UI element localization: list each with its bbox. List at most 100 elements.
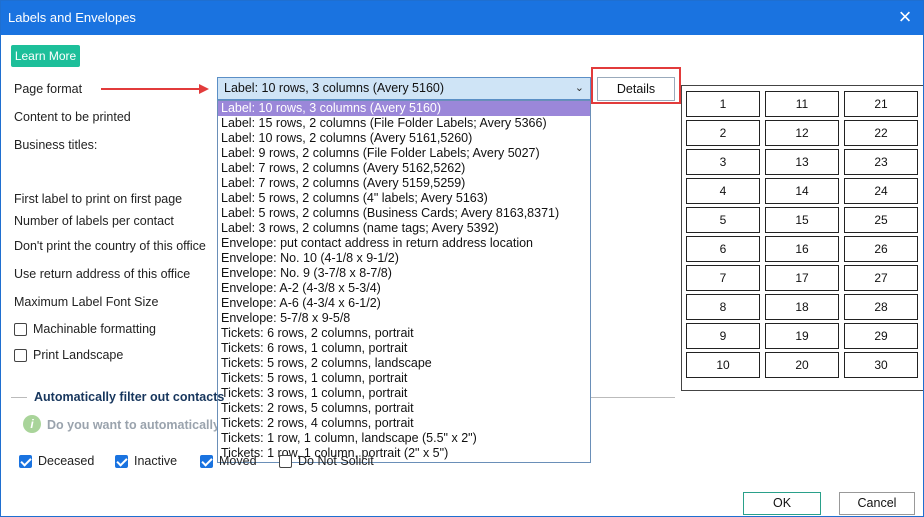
label-cell: 9	[686, 323, 760, 349]
info-icon: i	[23, 415, 41, 433]
label-cell: 23	[844, 149, 918, 175]
label-cell: 8	[686, 294, 760, 320]
dropdown-option[interactable]: Label: 7 rows, 2 columns (Avery 5162,526…	[218, 161, 590, 176]
filter-do-not-solicit-checkbox[interactable]: Do Not Solicit	[279, 454, 374, 468]
dropdown-option[interactable]: Label: 5 rows, 2 columns (4" labels; Ave…	[218, 191, 590, 206]
label-cell: 13	[765, 149, 839, 175]
landscape-label: Print Landscape	[33, 348, 124, 362]
dropdown-option[interactable]: Envelope: A-6 (4-3/4 x 6-1/2)	[218, 296, 590, 311]
landscape-checkbox[interactable]: Print Landscape	[14, 348, 123, 362]
label-cell: 26	[844, 236, 918, 262]
dropdown-option[interactable]: Tickets: 1 row, 1 column, portrait (2" x…	[218, 446, 590, 461]
machinable-label: Machinable formatting	[33, 322, 156, 336]
dropdown-option[interactable]: Label: 9 rows, 2 columns (File Folder La…	[218, 146, 590, 161]
annotation-arrow-icon	[199, 84, 209, 94]
filter-question: Do you want to automatically f	[47, 418, 217, 432]
labels-per-contact-label: Number of labels per contact	[14, 214, 174, 228]
filter-inactive-checkbox[interactable]: Inactive	[115, 454, 177, 468]
ok-button[interactable]: OK	[743, 492, 821, 515]
label-cell: 5	[686, 207, 760, 233]
label-cell: 19	[765, 323, 839, 349]
business-titles-label: Business titles:	[14, 138, 98, 152]
annotation-arrow-line	[101, 88, 201, 90]
max-font-label: Maximum Label Font Size	[14, 295, 159, 309]
label-cell: 10	[686, 352, 760, 378]
label-cell: 24	[844, 178, 918, 204]
label-cell: 29	[844, 323, 918, 349]
label-cell: 28	[844, 294, 918, 320]
label-cell: 3	[686, 149, 760, 175]
checkbox-box[interactable]	[279, 454, 292, 468]
details-button[interactable]: Details	[597, 77, 675, 101]
content-label: Content to be printed	[14, 110, 131, 124]
label-cell: 11	[765, 91, 839, 117]
checkbox-checked-icon[interactable]	[19, 454, 32, 468]
filter-option-label: Moved	[219, 454, 257, 468]
checkbox-checked-icon[interactable]	[200, 454, 213, 468]
close-icon[interactable]: ×	[893, 1, 917, 35]
label-cell: 6	[686, 236, 760, 262]
label-cell: 7	[686, 265, 760, 291]
label-preview-grid: 1 11 21 2 12 22 3 13 23 4 14 24 5 15 25 6 16 26 7 17 27 8 18 28…	[681, 85, 923, 391]
label-cell: 22	[844, 120, 918, 146]
dropdown-option[interactable]: Envelope: No. 10 (4-1/8 x 9-1/2)	[218, 251, 590, 266]
dont-print-country-label: Don't print the country of this office	[14, 239, 206, 253]
dropdown-option[interactable]: Label: 7 rows, 2 columns (Avery 5159,525…	[218, 176, 590, 191]
title-bar: Labels and Envelopes ×	[1, 1, 923, 35]
dropdown-option[interactable]: Tickets: 5 rows, 2 columns, landscape	[218, 356, 590, 371]
chevron-down-icon[interactable]: ⌄	[575, 78, 584, 99]
label-cell: 12	[765, 120, 839, 146]
cancel-button[interactable]: Cancel	[839, 492, 915, 515]
label-cell: 30	[844, 352, 918, 378]
page-format-value: Label: 10 rows, 3 columns (Avery 5160)	[224, 81, 445, 95]
dropdown-option[interactable]: Label: 5 rows, 2 columns (Business Cards…	[218, 206, 590, 221]
filter-deceased-checkbox[interactable]: Deceased	[19, 454, 94, 468]
dropdown-option[interactable]: Label: 10 rows, 3 columns (Avery 5160)	[218, 101, 590, 116]
label-cell: 17	[765, 265, 839, 291]
filter-moved-checkbox[interactable]: Moved	[200, 454, 257, 468]
label-cell: 2	[686, 120, 760, 146]
label-cell: 20	[765, 352, 839, 378]
dropdown-option[interactable]: Label: 10 rows, 2 columns (Avery 5161,52…	[218, 131, 590, 146]
filter-option-label: Do Not Solicit	[298, 454, 374, 468]
checkbox-box[interactable]	[14, 348, 27, 362]
section-divider	[591, 397, 675, 398]
dropdown-option[interactable]: Label: 3 rows, 2 columns (name tags; Ave…	[218, 221, 590, 236]
window-title: Labels and Envelopes	[8, 10, 136, 25]
dropdown-option[interactable]: Tickets: 6 rows, 2 columns, portrait	[218, 326, 590, 341]
label-cell: 21	[844, 91, 918, 117]
filter-option-label: Inactive	[134, 454, 178, 468]
dropdown-option[interactable]: Envelope: A-2 (4-3/8 x 5-3/4)	[218, 281, 590, 296]
label-cell: 14	[765, 178, 839, 204]
label-cell: 4	[686, 178, 760, 204]
dropdown-option[interactable]: Envelope: 5-7/8 x 9-5/8	[218, 311, 590, 326]
label-cell: 15	[765, 207, 839, 233]
label-cell: 16	[765, 236, 839, 262]
checkbox-checked-icon[interactable]	[115, 454, 128, 468]
page-format-select[interactable]: Label: 10 rows, 3 columns (Avery 5160) ⌄	[217, 77, 591, 100]
label-cell: 25	[844, 207, 918, 233]
first-label-label: First label to print on first page	[14, 192, 183, 206]
labels-envelopes-dialog: Labels and Envelopes × Learn More Page f…	[0, 0, 924, 517]
learn-more-button[interactable]: Learn More	[11, 45, 80, 67]
dropdown-option[interactable]: Tickets: 3 rows, 1 column, portrait	[218, 386, 590, 401]
dropdown-option[interactable]: Tickets: 1 row, 1 column, landscape (5.5…	[218, 431, 590, 446]
dropdown-option[interactable]: Tickets: 6 rows, 1 column, portrait	[218, 341, 590, 356]
dropdown-option[interactable]: Label: 15 rows, 2 columns (File Folder L…	[218, 116, 590, 131]
label-cell: 18	[765, 294, 839, 320]
return-address-label: Use return address of this office	[14, 267, 191, 281]
dropdown-option[interactable]: Tickets: 2 rows, 5 columns, portrait	[218, 401, 590, 416]
label-cell: 27	[844, 265, 918, 291]
filter-section-title: Automatically filter out contacts	[34, 390, 225, 404]
dropdown-option[interactable]: Tickets: 2 rows, 4 columns, portrait	[218, 416, 590, 431]
filter-option-label: Deceased	[38, 454, 95, 468]
dropdown-option[interactable]: Envelope: put contact address in return …	[218, 236, 590, 251]
dropdown-option[interactable]: Envelope: No. 9 (3-7/8 x 8-7/8)	[218, 266, 590, 281]
label-cell: 1	[686, 91, 760, 117]
checkbox-box[interactable]	[14, 322, 27, 336]
page-format-label: Page format	[14, 82, 83, 96]
machinable-checkbox[interactable]: Machinable formatting	[14, 322, 156, 336]
section-divider	[11, 397, 27, 398]
dropdown-option[interactable]: Tickets: 5 rows, 1 column, portrait	[218, 371, 590, 386]
page-format-dropdown-list[interactable]: Label: 10 rows, 3 columns (Avery 5160) La…	[217, 100, 591, 463]
